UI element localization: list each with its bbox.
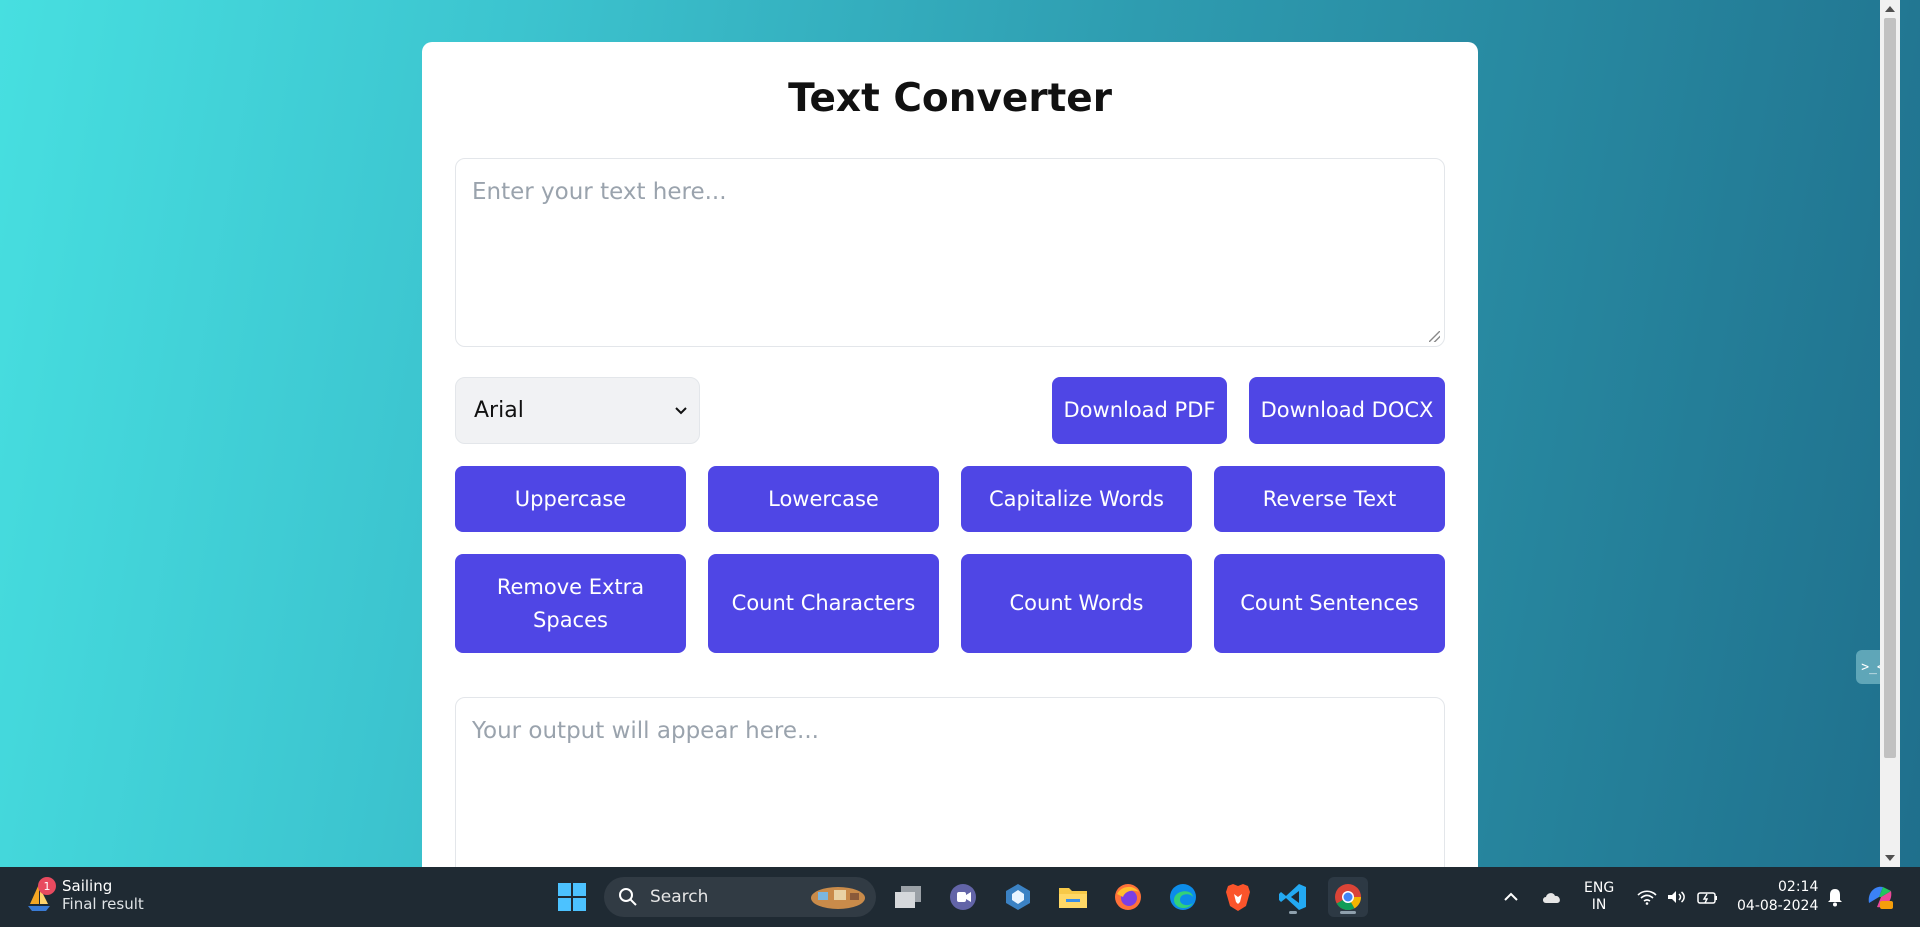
count-words-button[interactable]: Count Words (961, 554, 1192, 653)
vscode-icon[interactable] (1273, 877, 1313, 917)
battery-icon[interactable] (1695, 867, 1719, 927)
page-scrollbar[interactable] (1880, 0, 1900, 867)
wifi-icon[interactable] (1637, 867, 1657, 927)
edge-icon[interactable] (1163, 877, 1203, 917)
brave-icon[interactable] (1218, 877, 1258, 917)
input-textarea[interactable] (455, 158, 1445, 347)
active-indicator (1289, 911, 1297, 914)
bell-icon[interactable] (1826, 867, 1844, 927)
count-characters-button[interactable]: Count Characters (708, 554, 939, 653)
download-pdf-button[interactable]: Download PDF (1052, 377, 1227, 444)
search-icon (619, 888, 637, 906)
language-line1: ENG (1584, 880, 1615, 896)
font-select-value: Arial (474, 398, 524, 423)
chevron-down-icon (675, 407, 687, 415)
weather-widget[interactable]: 1 Sailing Final result (26, 877, 144, 913)
sailing-icon: 1 (26, 877, 56, 911)
clock-date: 04-08-2024 (1737, 898, 1819, 914)
search-highlight-icon (811, 887, 865, 909)
firefox-icon[interactable] (1108, 877, 1148, 917)
language-indicator[interactable]: ENG IN (1584, 867, 1614, 927)
capitalize-words-button[interactable]: Capitalize Words (961, 466, 1192, 532)
copilot-pre-icon[interactable] (1865, 867, 1895, 927)
language-line2: IN (1591, 897, 1607, 913)
active-indicator (1340, 911, 1356, 914)
search-label: Search (650, 887, 709, 907)
teams-icon[interactable] (943, 877, 983, 917)
browser-viewport: Text Converter Arial Download PDF Downlo… (0, 0, 1900, 867)
onedrive-icon[interactable] (1541, 867, 1563, 927)
chrome-icon[interactable] (1328, 877, 1368, 917)
windows-start-icon[interactable] (552, 877, 592, 917)
page-title: Text Converter (788, 76, 1112, 121)
uppercase-button[interactable]: Uppercase (455, 466, 686, 532)
notification-badge: 1 (38, 877, 56, 895)
scroll-down-icon[interactable] (1885, 855, 1895, 861)
copilot-icon[interactable] (998, 877, 1038, 917)
lowercase-button[interactable]: Lowercase (708, 466, 939, 532)
file-explorer-icon[interactable] (1053, 877, 1093, 917)
scrollbar-thumb[interactable] (1884, 18, 1896, 758)
clock[interactable]: 02:14 04-08-2024 (1737, 867, 1818, 927)
scroll-up-icon[interactable] (1885, 6, 1895, 12)
font-select[interactable]: Arial (455, 377, 700, 444)
download-docx-button[interactable]: Download DOCX (1249, 377, 1445, 444)
chevron-up-icon[interactable] (1502, 867, 1520, 927)
task-view-icon[interactable] (888, 877, 928, 917)
clock-time: 02:14 (1778, 879, 1819, 895)
taskbar: 1 Sailing Final result Search ENG IN 02:… (0, 867, 1920, 927)
taskbar-search[interactable]: Search (604, 877, 876, 917)
output-textarea[interactable] (455, 697, 1445, 867)
converter-card: Text Converter Arial Download PDF Downlo… (422, 42, 1478, 867)
weather-subtitle: Final result (62, 895, 144, 913)
volume-icon[interactable] (1666, 867, 1686, 927)
weather-title: Sailing (62, 877, 113, 895)
remove-extra-spaces-button[interactable]: Remove Extra Spaces (455, 554, 686, 653)
count-sentences-button[interactable]: Count Sentences (1214, 554, 1445, 653)
reverse-text-button[interactable]: Reverse Text (1214, 466, 1445, 532)
